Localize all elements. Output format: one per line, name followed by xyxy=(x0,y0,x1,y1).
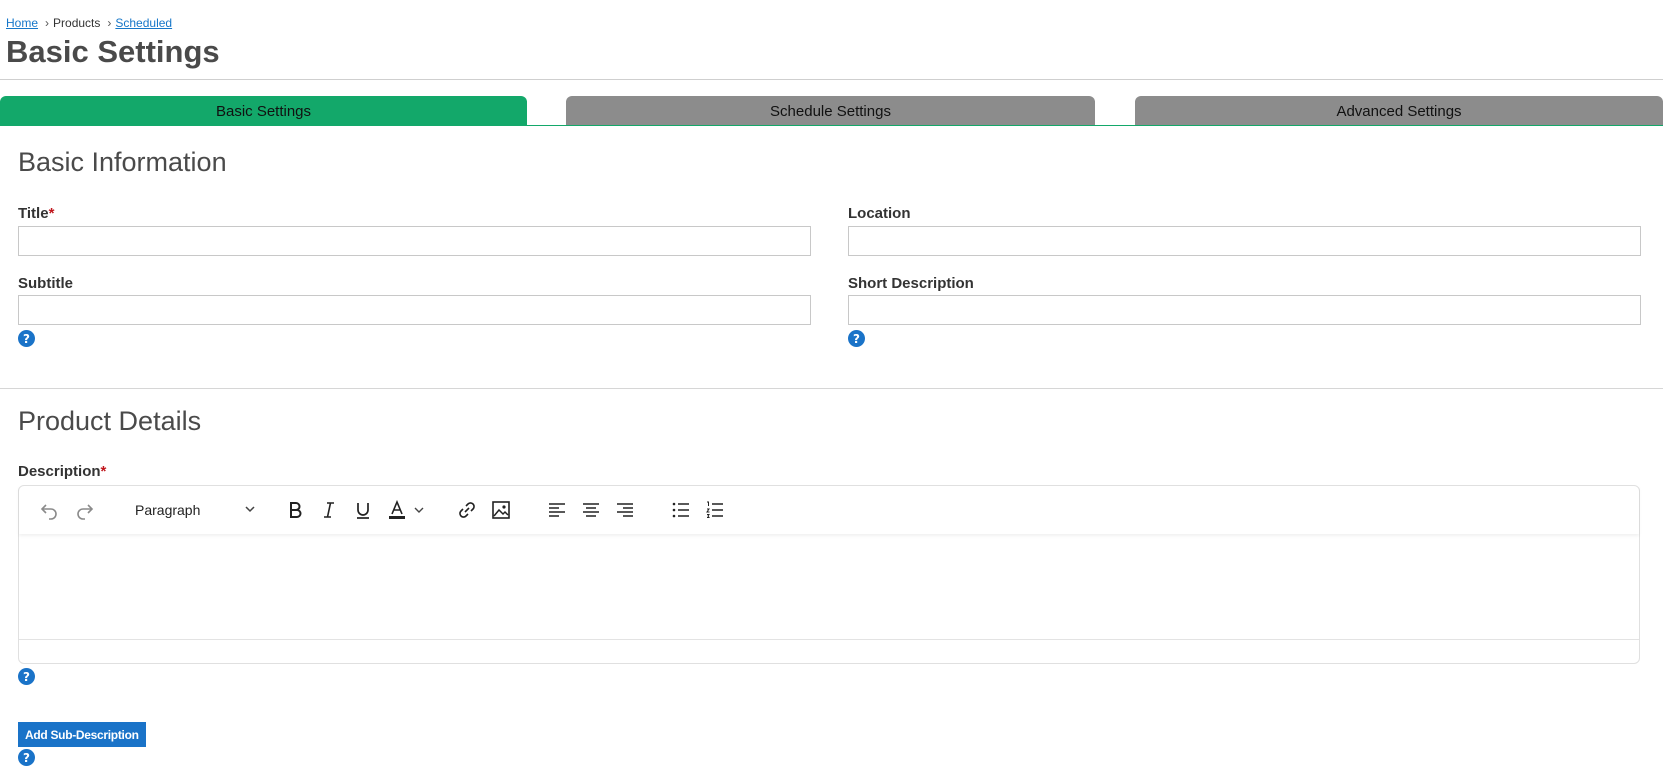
link-icon[interactable] xyxy=(455,498,479,522)
breadcrumb-products: Products xyxy=(53,16,101,30)
chevron-right-icon: › xyxy=(107,16,112,30)
underline-icon[interactable] xyxy=(351,498,375,522)
help-icon[interactable]: ? xyxy=(848,330,865,347)
description-label-text: Description xyxy=(18,463,101,480)
location-input[interactable] xyxy=(848,226,1641,256)
help-icon[interactable]: ? xyxy=(18,749,35,766)
subtitle-label-text: Subtitle xyxy=(18,275,73,292)
redo-icon[interactable] xyxy=(73,498,97,522)
editor-toolbar: Paragraph xyxy=(19,486,1639,534)
editor-content-area[interactable] xyxy=(19,534,1639,639)
title-label-text: Title xyxy=(18,205,49,222)
title-label: Title* xyxy=(18,205,54,222)
tab-advanced-settings[interactable]: Advanced Settings xyxy=(1135,96,1663,126)
short-description-label-text: Short Description xyxy=(848,275,974,292)
breadcrumb-scheduled-link[interactable]: Scheduled xyxy=(115,16,172,30)
tab-basic-settings[interactable]: Basic Settings xyxy=(0,96,527,126)
tab-underline xyxy=(0,125,1663,126)
help-icon[interactable]: ? xyxy=(18,668,35,685)
basic-information-heading: Basic Information xyxy=(18,147,227,177)
editor-status-divider xyxy=(19,639,1639,640)
chevron-down-icon[interactable] xyxy=(411,498,427,522)
title-divider xyxy=(0,79,1663,80)
tab-label: Advanced Settings xyxy=(1336,102,1462,120)
tab-bar: Basic Settings Schedule Settings Advance… xyxy=(0,96,1663,126)
align-right-icon[interactable] xyxy=(613,498,637,522)
short-description-input[interactable] xyxy=(848,295,1641,325)
short-description-label: Short Description xyxy=(848,275,974,292)
help-icon[interactable]: ? xyxy=(18,330,35,347)
undo-icon[interactable] xyxy=(37,498,61,522)
tab-label: Basic Settings xyxy=(215,102,312,120)
page-title: Basic Settings xyxy=(6,34,220,69)
add-sub-description-button[interactable]: Add Sub-Description xyxy=(18,722,146,747)
bold-icon[interactable] xyxy=(283,498,307,522)
breadcrumb: Home › Products › Scheduled xyxy=(6,16,172,30)
chevron-right-icon: › xyxy=(45,16,50,30)
tab-schedule-settings[interactable]: Schedule Settings xyxy=(566,96,1095,126)
subtitle-label: Subtitle xyxy=(18,275,73,292)
title-input[interactable] xyxy=(18,226,811,256)
align-center-icon[interactable] xyxy=(579,498,603,522)
description-editor: Paragraph xyxy=(18,485,1640,664)
bulleted-list-icon[interactable] xyxy=(669,498,693,522)
description-label: Description* xyxy=(18,463,106,480)
numbered-list-icon[interactable] xyxy=(703,498,727,522)
align-left-icon[interactable] xyxy=(545,498,569,522)
tab-label: Schedule Settings xyxy=(770,102,891,120)
required-mark: * xyxy=(48,205,55,222)
subtitle-input[interactable] xyxy=(18,295,811,325)
chevron-down-icon xyxy=(243,502,257,519)
format-select-value: Paragraph xyxy=(135,502,201,518)
image-icon[interactable] xyxy=(489,498,513,522)
location-label-text: Location xyxy=(848,205,911,222)
location-label: Location xyxy=(848,205,911,222)
section-divider xyxy=(0,388,1663,389)
breadcrumb-home-link[interactable]: Home xyxy=(6,16,38,30)
text-color-icon[interactable] xyxy=(385,498,409,522)
required-mark: * xyxy=(100,463,107,480)
product-details-heading: Product Details xyxy=(18,406,202,436)
paragraph-format-select[interactable]: Paragraph xyxy=(135,498,275,522)
italic-icon[interactable] xyxy=(317,498,341,522)
